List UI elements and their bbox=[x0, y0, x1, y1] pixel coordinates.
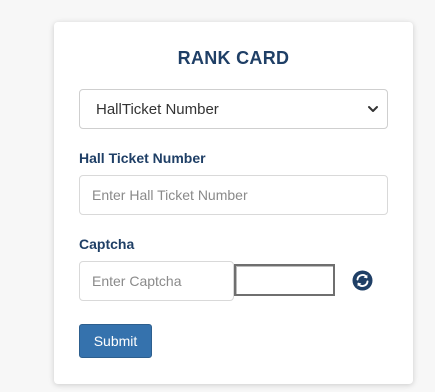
select-value: HallTicket Number bbox=[96, 100, 219, 118]
captcha-input[interactable]: Enter Captcha bbox=[79, 261, 234, 301]
chevron-down-icon bbox=[368, 106, 378, 112]
hall-ticket-placeholder: Enter Hall Ticket Number bbox=[92, 187, 248, 203]
search-type-select[interactable]: HallTicket Number bbox=[79, 89, 388, 129]
captcha-label: Captcha bbox=[79, 236, 135, 252]
refresh-icon[interactable] bbox=[352, 270, 373, 291]
hall-ticket-input[interactable]: Enter Hall Ticket Number bbox=[79, 175, 388, 215]
submit-button[interactable]: Submit bbox=[79, 324, 152, 358]
hall-ticket-label: Hall Ticket Number bbox=[79, 150, 206, 166]
captcha-image bbox=[234, 264, 335, 296]
captcha-placeholder: Enter Captcha bbox=[92, 273, 182, 289]
rank-card-panel: RANK CARD HallTicket Number Hall Ticket … bbox=[54, 22, 413, 384]
page-title: RANK CARD bbox=[177, 48, 290, 68]
